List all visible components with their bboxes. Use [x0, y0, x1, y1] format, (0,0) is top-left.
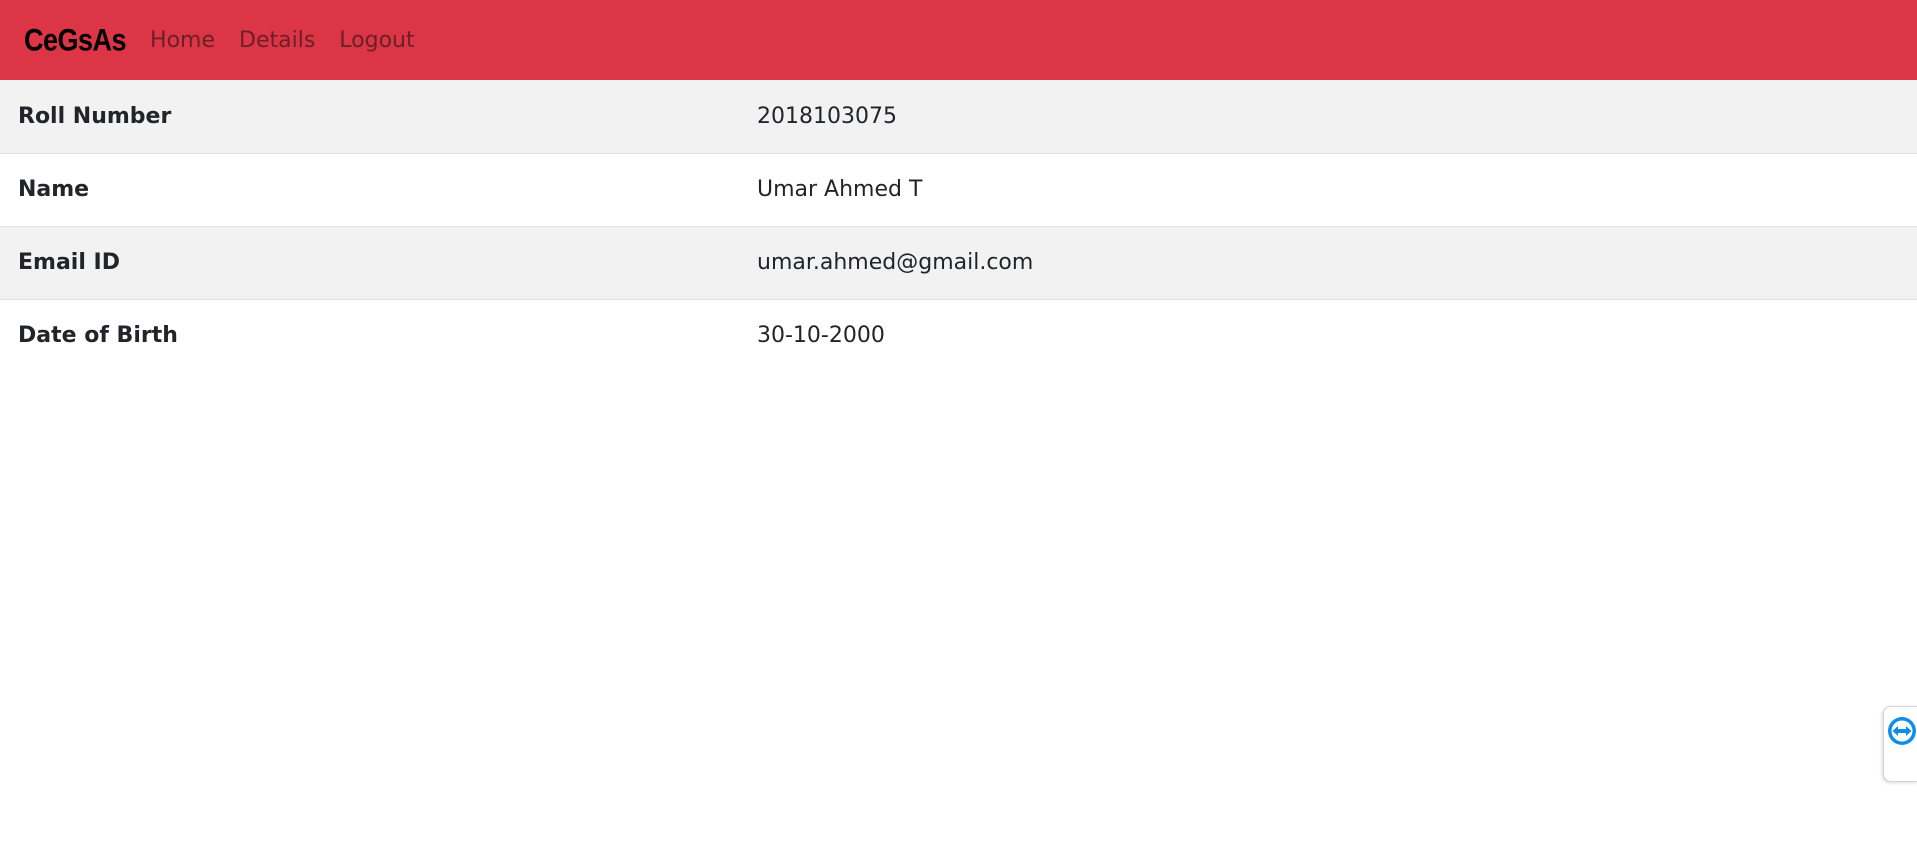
table-row-roll-number: Roll Number 2018103075	[0, 80, 1917, 154]
student-details-table: Roll Number 2018103075 Name Umar Ahmed T…	[0, 80, 1917, 372]
nav-link-details[interactable]: Details	[239, 28, 315, 53]
brand-logo[interactable]: CeGsAs	[24, 22, 127, 58]
nav-link-home[interactable]: Home	[150, 28, 215, 53]
name-value: Umar Ahmed T	[739, 153, 1917, 227]
teamviewer-icon	[1888, 717, 1916, 745]
table-row-name: Name Umar Ahmed T	[0, 153, 1917, 227]
dob-value: 30-10-2000	[757, 323, 885, 349]
roll-number-value: 2018103075	[739, 80, 1917, 154]
email-value: umar.ahmed@gmail.com	[739, 226, 1917, 300]
email-label: Email ID	[0, 226, 739, 300]
table-row-email: Email ID umar.ahmed@gmail.com	[0, 226, 1917, 300]
table-row-dob: Date of Birth 30-10-2000	[0, 299, 1917, 372]
dob-label: Date of Birth	[18, 323, 178, 349]
navbar: CeGsAs Home Details Logout	[0, 0, 1917, 80]
name-label: Name	[0, 153, 739, 227]
teamviewer-widget[interactable]	[1883, 706, 1917, 782]
nav-link-logout[interactable]: Logout	[339, 28, 414, 53]
roll-number-label: Roll Number	[0, 80, 739, 154]
